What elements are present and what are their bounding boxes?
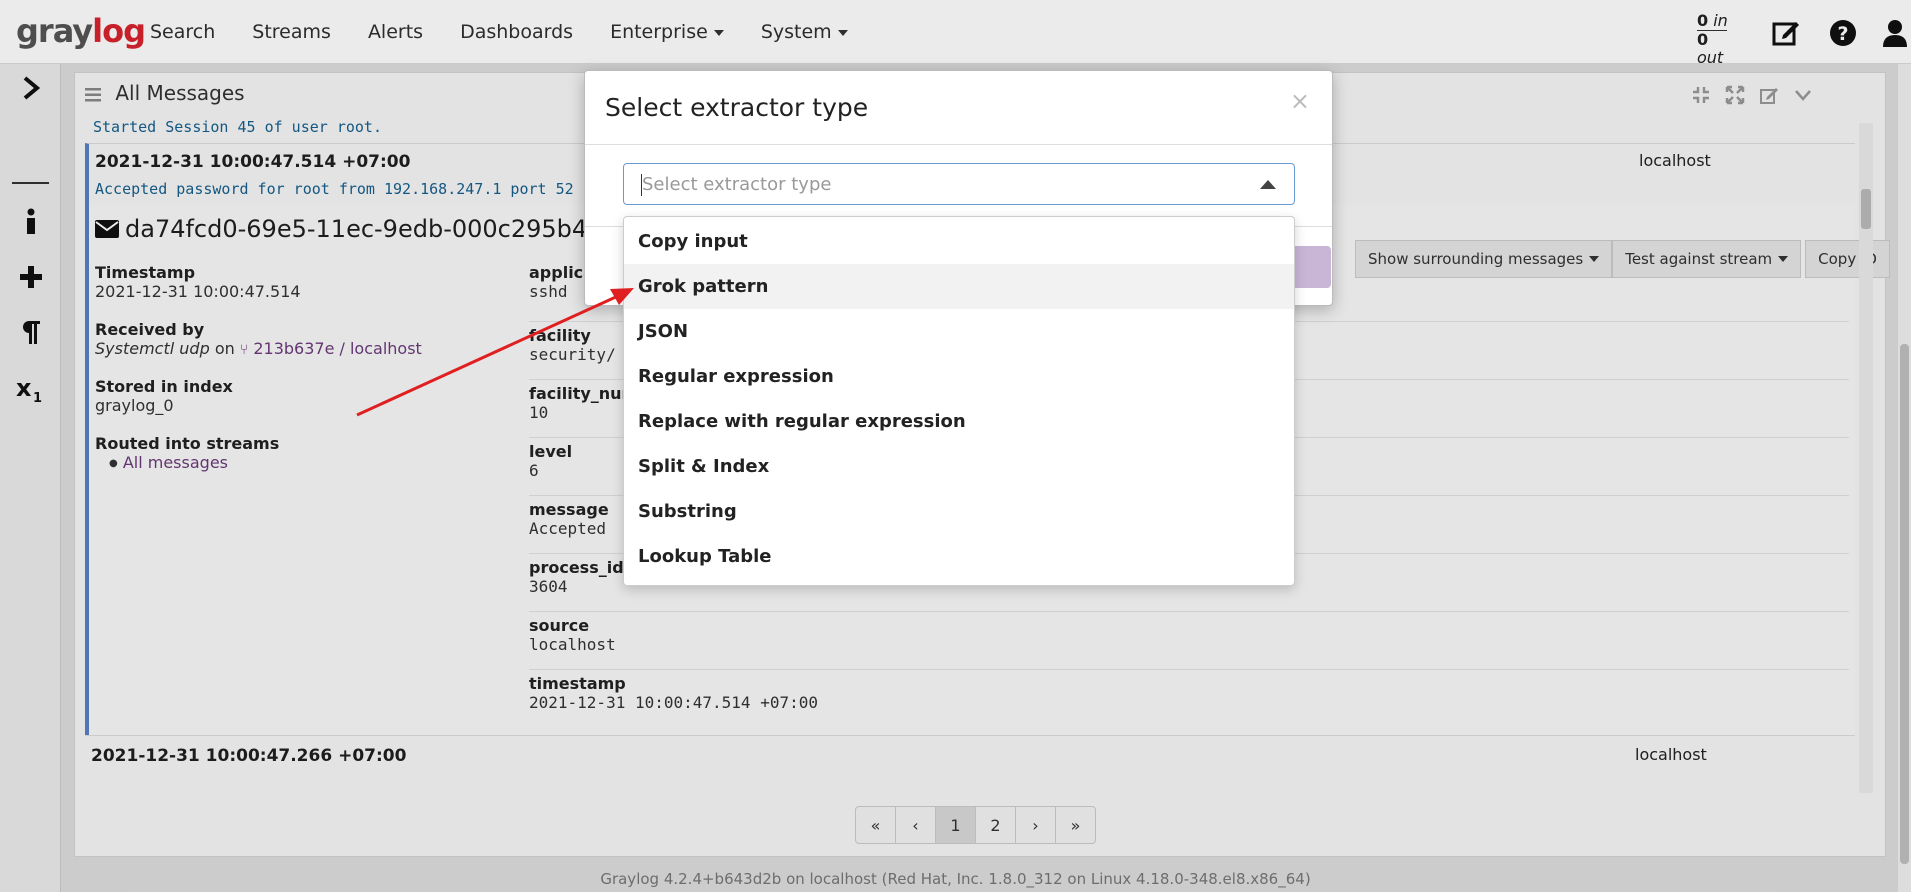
extractor-type-select[interactable]: Select extractor type [623, 163, 1295, 205]
option-substring[interactable]: Substring [624, 489, 1294, 534]
option-lookup-table[interactable]: Lookup Table [624, 534, 1294, 579]
modal-title: Select extractor type [605, 93, 869, 122]
option-json[interactable]: JSON [624, 309, 1294, 354]
submit-button[interactable] [1291, 246, 1331, 288]
close-icon[interactable]: × [1290, 87, 1310, 115]
select-placeholder: Select extractor type [642, 174, 832, 195]
option-copy-input[interactable]: Copy input [624, 219, 1294, 264]
option-grok-pattern[interactable]: Grok pattern [624, 264, 1294, 309]
caret-up-icon[interactable] [1260, 180, 1276, 189]
option-regular-expression[interactable]: Regular expression [624, 354, 1294, 399]
extractor-type-menu: Copy input Grok pattern JSON Regular exp… [623, 216, 1295, 586]
option-replace-regex[interactable]: Replace with regular expression [624, 399, 1294, 444]
modal-divider [585, 144, 1332, 145]
option-split-index[interactable]: Split & Index [624, 444, 1294, 489]
